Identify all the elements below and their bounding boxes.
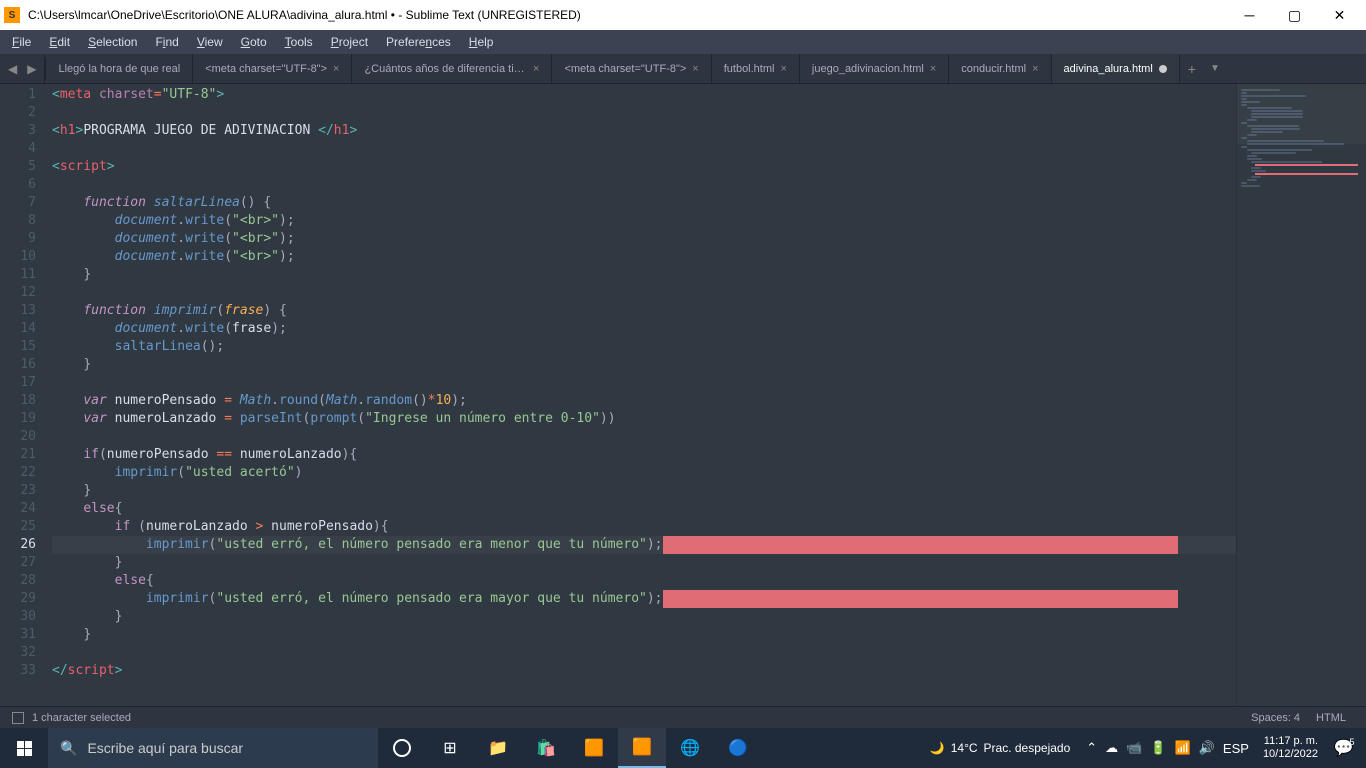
minimap[interactable]	[1236, 84, 1366, 706]
close-button[interactable]: ✕	[1317, 0, 1362, 30]
status-syntax[interactable]: HTML	[1308, 712, 1354, 724]
close-icon[interactable]: ×	[780, 63, 786, 75]
menubar: File Edit Selection Find View Goto Tools…	[0, 30, 1366, 54]
dirty-indicator-icon	[1159, 65, 1167, 73]
tab-1[interactable]: <meta charset="UTF-8">×	[193, 54, 352, 83]
menu-view[interactable]: View	[189, 33, 231, 51]
editor[interactable]: 1234567891011121314151617181920212223242…	[0, 84, 1366, 706]
app-icon: S	[4, 7, 20, 23]
tab-history-forward[interactable]: ▶	[23, 60, 40, 78]
menu-tools[interactable]: Tools	[277, 33, 321, 51]
weather-widget[interactable]: 🌙 14°C Prac. despejado	[920, 741, 1081, 755]
notification-center-icon[interactable]: 💬5	[1326, 738, 1366, 758]
tab-5[interactable]: juego_adivinacion.html×	[800, 54, 949, 83]
chrome-icon[interactable]: 🌐	[666, 728, 714, 768]
menu-preferences[interactable]: Preferences	[378, 33, 459, 51]
code-area[interactable]: <meta charset="UTF-8"> <h1>PROGRAMA JUEG…	[52, 84, 1236, 706]
menu-edit[interactable]: Edit	[41, 33, 78, 51]
tab-history-back[interactable]: ◀	[4, 60, 21, 78]
start-button[interactable]	[0, 728, 48, 768]
meet-now-icon[interactable]: 📹	[1126, 740, 1142, 756]
sublime-text-icon[interactable]: 🟧	[618, 728, 666, 768]
tab-overflow-button[interactable]: ▼	[1204, 54, 1226, 83]
battery-icon[interactable]: 🔋	[1150, 740, 1166, 756]
maximize-button[interactable]: ▢	[1272, 0, 1317, 30]
menu-help[interactable]: Help	[461, 33, 502, 51]
tab-3[interactable]: <meta charset="UTF-8">×	[552, 54, 711, 83]
tabbar: ◀ ▶ Llegó la hora de que real <meta char…	[0, 54, 1366, 84]
tray-chevron-icon[interactable]: ⌃	[1086, 740, 1097, 756]
taskbar-search[interactable]: 🔍 Escribe aquí para buscar	[48, 728, 378, 768]
close-icon[interactable]: ×	[533, 63, 539, 75]
menu-file[interactable]: File	[4, 33, 39, 51]
language-indicator[interactable]: ESP	[1223, 741, 1249, 756]
task-view-icon[interactable]: ⊞	[426, 728, 474, 768]
volume-icon[interactable]: 🔊	[1199, 740, 1215, 756]
wifi-icon[interactable]: 📶	[1175, 740, 1191, 756]
weather-icon: 🌙	[930, 741, 945, 755]
menu-project[interactable]: Project	[323, 33, 376, 51]
file-explorer-icon[interactable]: 📁	[474, 728, 522, 768]
tab-add-button[interactable]: +	[1180, 54, 1204, 83]
search-icon: 🔍	[60, 740, 77, 757]
tab-nav: ◀ ▶	[0, 54, 45, 83]
windows-taskbar: 🔍 Escribe aquí para buscar ⊞ 📁 🛍️ 🟧 🟧 🌐 …	[0, 728, 1366, 768]
tab-0[interactable]: Llegó la hora de que real	[46, 54, 193, 83]
statusbar: 1 character selected Spaces: 4 HTML	[0, 706, 1366, 728]
titlebar: S C:\Users\lmcar\OneDrive\Escritorio\ONE…	[0, 0, 1366, 30]
close-icon[interactable]: ×	[1032, 63, 1038, 75]
tab-4[interactable]: futbol.html×	[712, 54, 800, 83]
titlebar-path: C:\Users\lmcar\OneDrive\Escritorio\ONE A…	[28, 8, 1227, 22]
system-tray: ⌃ ☁ 📹 🔋 📶 🔊 ESP	[1080, 740, 1255, 756]
close-icon[interactable]: ×	[692, 63, 698, 75]
store-icon[interactable]: 🛍️	[522, 728, 570, 768]
tab-6[interactable]: conducir.html×	[949, 54, 1051, 83]
line-gutter: 1234567891011121314151617181920212223242…	[0, 84, 52, 706]
close-icon[interactable]: ×	[333, 63, 339, 75]
window-controls: ─ ▢ ✕	[1227, 0, 1362, 30]
tab-7-active[interactable]: adivina_alura.html	[1052, 54, 1180, 83]
tab-2[interactable]: ¿Cuántos años de diferencia tienes con t…	[352, 54, 552, 83]
menu-selection[interactable]: Selection	[80, 33, 145, 51]
minimize-button[interactable]: ─	[1227, 0, 1272, 30]
panel-switcher-icon[interactable]	[12, 712, 24, 724]
windows-logo-icon	[17, 741, 32, 756]
status-selection: 1 character selected	[32, 712, 1243, 724]
onedrive-icon[interactable]: ☁	[1105, 740, 1118, 756]
taskbar-clock[interactable]: 11:17 p. m. 10/12/2022	[1255, 735, 1326, 761]
office-icon[interactable]: 🟧	[570, 728, 618, 768]
close-icon[interactable]: ×	[930, 63, 936, 75]
status-indentation[interactable]: Spaces: 4	[1243, 712, 1308, 724]
search-placeholder: Escribe aquí para buscar	[87, 740, 243, 756]
app-icon[interactable]: 🔵	[714, 728, 762, 768]
menu-find[interactable]: Find	[147, 33, 186, 51]
menu-goto[interactable]: Goto	[233, 33, 275, 51]
cortana-icon[interactable]	[378, 728, 426, 768]
